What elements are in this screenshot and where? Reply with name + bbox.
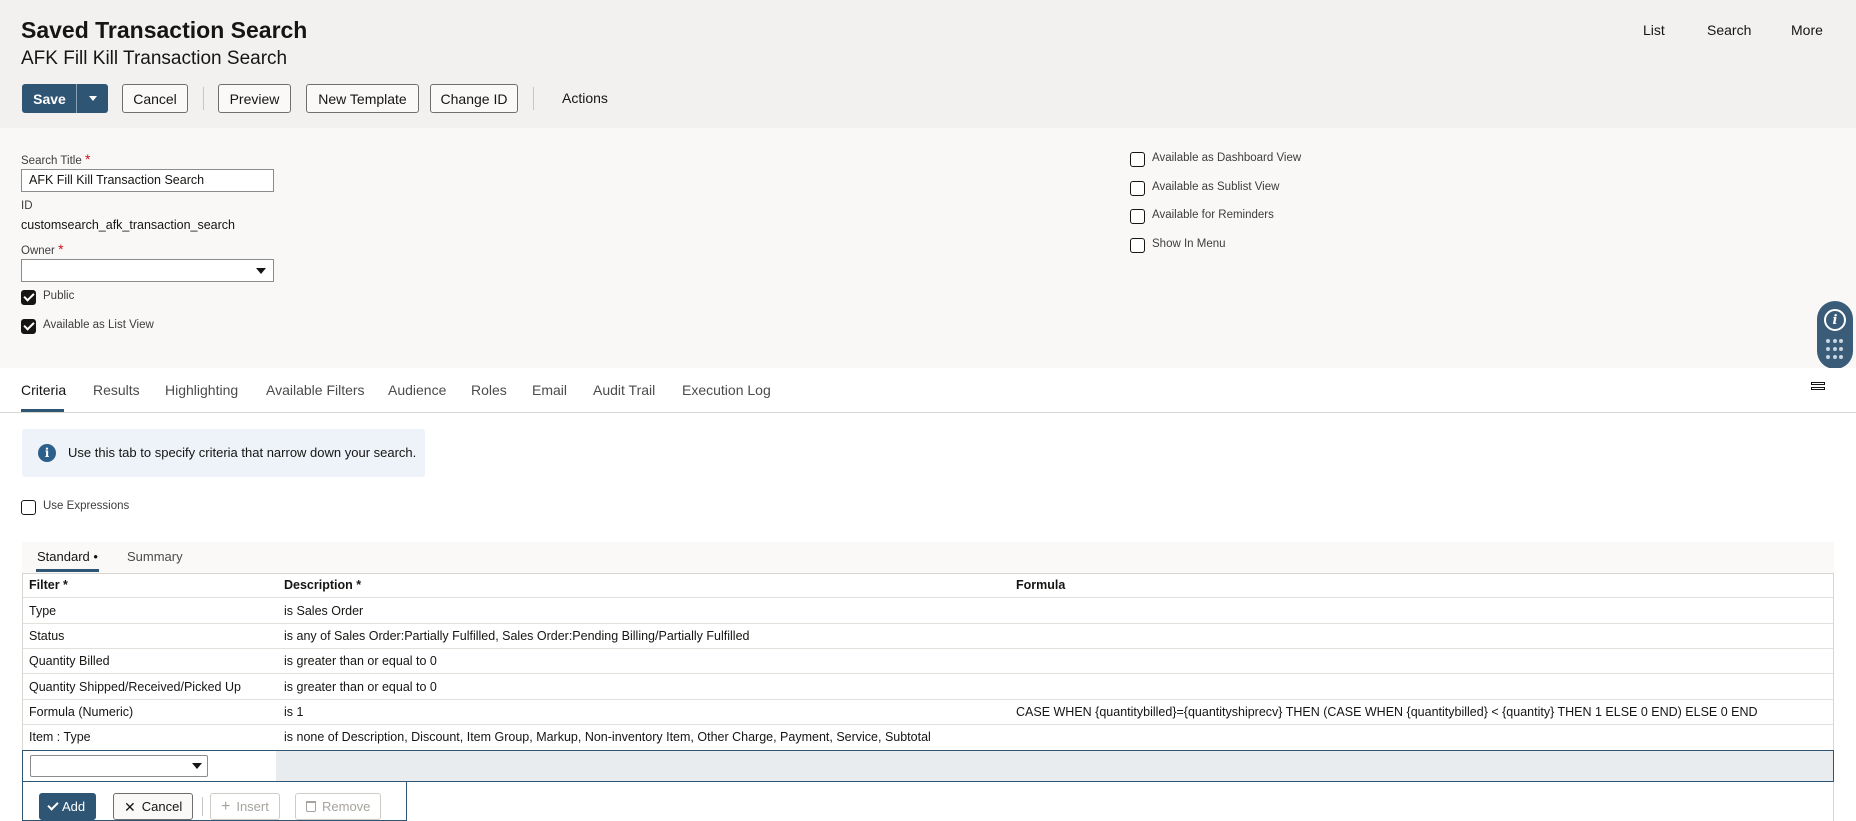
save-options-dropdown[interactable] (76, 84, 108, 113)
row-divider (23, 724, 1833, 725)
nav-more-link[interactable]: More (1791, 22, 1823, 38)
table-row-filter[interactable]: Type (29, 604, 56, 618)
table-row-description[interactable]: is 1 (284, 705, 303, 719)
use-expressions-checkbox[interactable] (21, 500, 36, 515)
nav-search-link[interactable]: Search (1707, 22, 1751, 38)
help-widget[interactable]: i (1817, 301, 1853, 369)
table-row-description[interactable]: is Sales Order (284, 604, 363, 618)
subtab-summary[interactable]: Summary (127, 549, 183, 564)
available-as-dashboard-view-label: Available as Dashboard View (1152, 152, 1302, 164)
show-in-menu-label: Show In Menu (1152, 238, 1226, 250)
cancel-row-button[interactable]: ✕ Cancel (113, 793, 194, 820)
tab-audit-trail[interactable]: Audit Trail (593, 382, 655, 398)
available-as-sublist-view-checkbox[interactable] (1130, 181, 1145, 196)
public-checkbox[interactable] (21, 290, 36, 305)
tab-criteria[interactable]: Criteria (21, 382, 66, 398)
nav-list-link[interactable]: List (1643, 22, 1665, 38)
page-title: Saved Transaction Search (21, 17, 308, 43)
active-tab-indicator (21, 409, 64, 412)
insert-row-button[interactable]: + Insert (210, 793, 280, 820)
dots-grid-icon[interactable] (1826, 339, 1844, 361)
new-row-editor[interactable] (22, 750, 1834, 782)
new-filter-select[interactable] (30, 755, 208, 777)
table-row-description[interactable]: is greater than or equal to 0 (284, 680, 437, 694)
show-in-menu-checkbox[interactable] (1130, 238, 1145, 253)
row-divider (23, 623, 1833, 624)
column-header-filter: Filter * (29, 578, 68, 592)
change-id-button[interactable]: Change ID (430, 84, 518, 113)
table-row-description[interactable]: is any of Sales Order:Partially Fulfille… (284, 629, 749, 643)
menu-icon[interactable] (1811, 382, 1825, 398)
add-row-button[interactable]: Add (39, 793, 97, 820)
tab-audience[interactable]: Audience (388, 382, 446, 398)
table-row-formula[interactable]: CASE WHEN {quantitybilled}={quantityship… (1016, 705, 1758, 719)
available-as-list-view-label: Available as List View (43, 319, 154, 331)
info-icon[interactable]: i (1824, 309, 1846, 331)
row-actions-divider (202, 797, 203, 816)
id-label: ID (21, 200, 33, 212)
table-row-filter[interactable]: Status (29, 629, 64, 643)
owner-select[interactable] (21, 259, 274, 282)
tab-roles[interactable]: Roles (471, 382, 507, 398)
row-divider (23, 699, 1833, 700)
column-header-formula: Formula (1016, 578, 1066, 592)
public-checkbox-label: Public (43, 290, 75, 302)
available-as-list-view-checkbox[interactable] (21, 319, 36, 334)
page-header: Saved Transaction Search AFK Fill Kill T… (0, 0, 1856, 128)
preview-button[interactable]: Preview (218, 84, 291, 113)
available-for-reminders-label: Available for Reminders (1152, 209, 1274, 221)
tab-email[interactable]: Email (532, 382, 567, 398)
available-as-dashboard-view-checkbox[interactable] (1130, 152, 1145, 167)
search-title-input[interactable]: AFK Fill Kill Transaction Search (21, 169, 274, 192)
table-row-filter[interactable]: Quantity Shipped/Received/Picked Up (29, 680, 241, 694)
column-header-description: Description * (284, 578, 362, 592)
table-row-filter[interactable]: Quantity Billed (29, 654, 110, 668)
info-banner: i Use this tab to specify criteria that … (22, 429, 425, 477)
active-subtab-indicator (36, 569, 99, 572)
remove-row-button[interactable]: Remove (295, 793, 382, 820)
available-for-reminders-checkbox[interactable] (1130, 209, 1145, 224)
tab-highlighting[interactable]: Highlighting (165, 382, 238, 398)
checkmark-icon (47, 799, 59, 811)
use-expressions-label: Use Expressions (43, 500, 130, 512)
main-form (0, 128, 1856, 368)
search-title-label: Search Title * (21, 151, 91, 167)
table-row-description[interactable]: is greater than or equal to 0 (284, 654, 437, 668)
trash-icon (306, 801, 316, 812)
table-row-filter[interactable]: Formula (Numeric) (29, 705, 133, 719)
info-icon: i (38, 444, 56, 462)
close-icon: ✕ (124, 798, 136, 815)
available-as-sublist-view-label: Available as Sublist View (1152, 181, 1280, 193)
cancel-button[interactable]: Cancel (122, 84, 188, 113)
tab-available-filters[interactable]: Available Filters (266, 382, 365, 398)
table-row-description[interactable]: is none of Description, Discount, Item G… (284, 730, 931, 744)
record-name: AFK Fill Kill Transaction Search (21, 48, 288, 69)
table-row-filter[interactable]: Item : Type (29, 730, 91, 744)
plus-icon: + (221, 797, 231, 815)
save-button[interactable]: Save (22, 84, 77, 113)
toolbar-divider (533, 87, 534, 110)
tab-results[interactable]: Results (93, 382, 140, 398)
row-divider (23, 673, 1833, 674)
chevron-down-icon (192, 763, 202, 769)
tab-execution-log[interactable]: Execution Log (682, 382, 771, 398)
owner-label: Owner * (21, 241, 64, 257)
subtab-standard[interactable]: Standard • (37, 549, 98, 564)
chevron-down-icon (256, 268, 266, 274)
chevron-down-icon (88, 96, 97, 101)
criteria-subtabs (22, 542, 1834, 574)
id-value: customsearch_afk_transaction_search (21, 218, 236, 232)
row-divider (23, 597, 1833, 598)
toolbar-divider (203, 87, 204, 110)
row-divider (23, 648, 1833, 649)
info-banner-text: Use this tab to specify criteria that na… (68, 445, 417, 460)
actions-menu[interactable]: Actions (562, 90, 608, 106)
new-template-button[interactable]: New Template (306, 84, 419, 113)
